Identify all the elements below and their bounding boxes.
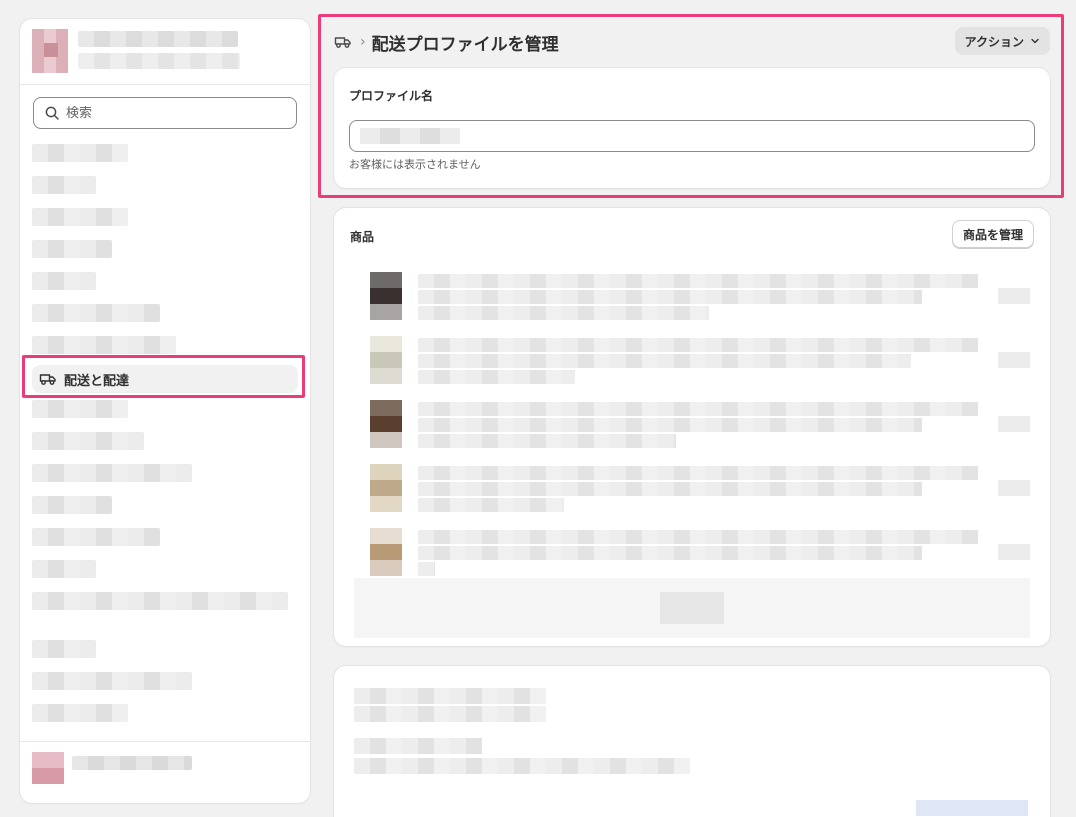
nav-item[interactable] (32, 336, 176, 354)
pagination-control[interactable] (660, 592, 724, 624)
product-meta (998, 544, 1030, 560)
nav-item[interactable] (32, 144, 128, 162)
sidebar-item-label: 配送と配達 (64, 373, 130, 389)
card-text (354, 758, 690, 774)
nav-item[interactable] (32, 640, 96, 658)
nav-item[interactable] (32, 704, 128, 722)
product-thumbnail (370, 528, 402, 576)
profile-name-card: プロファイル名 お客様には表示されません (334, 68, 1050, 188)
nav-item[interactable] (32, 672, 192, 690)
product-text (418, 402, 978, 450)
pagination (354, 578, 1030, 638)
product-meta (998, 416, 1030, 432)
product-row[interactable] (354, 400, 1030, 448)
truck-icon (38, 369, 58, 389)
product-thumbnail (370, 464, 402, 512)
user-name (72, 756, 192, 770)
nav-item[interactable] (32, 176, 96, 194)
product-row[interactable] (354, 272, 1030, 320)
nav-item[interactable] (32, 496, 112, 514)
manage-products-button[interactable]: 商品を管理 (951, 220, 1034, 248)
product-text (418, 530, 978, 578)
nav-item[interactable] (32, 400, 128, 418)
chevron-down-icon (1031, 38, 1039, 44)
products-card: 商品 商品を管理 (334, 208, 1050, 646)
product-text (418, 338, 978, 386)
product-row[interactable] (354, 464, 1030, 512)
sidebar-item-shipping[interactable]: 配送と配達 (32, 365, 298, 393)
shipping-zones-card (334, 666, 1050, 817)
product-row[interactable] (354, 336, 1030, 384)
nav-item[interactable] (32, 464, 192, 482)
nav-item[interactable] (32, 560, 96, 578)
sidebar-footer[interactable] (20, 741, 310, 803)
profile-name-help: お客様には表示されません (349, 158, 481, 171)
product-text (418, 274, 978, 322)
search-icon (44, 105, 60, 121)
avatar (32, 752, 64, 784)
profile-name-input[interactable] (349, 120, 1035, 152)
search-input[interactable] (66, 105, 266, 121)
nav-item[interactable] (32, 208, 128, 226)
nav-item[interactable] (32, 592, 288, 610)
truck-icon[interactable] (334, 32, 354, 52)
search-field[interactable] (33, 97, 297, 129)
page-title: 配送プロファイルを管理 (371, 34, 559, 55)
page-header: › 配送プロファイルを管理 アクション (334, 26, 1050, 58)
product-thumbnail (370, 400, 402, 448)
products-title: 商品 (350, 230, 375, 244)
actions-button[interactable]: アクション (954, 27, 1050, 55)
store-subtitle (78, 53, 240, 69)
nav-item[interactable] (32, 432, 144, 450)
product-meta (998, 480, 1030, 496)
nav-item[interactable] (32, 272, 96, 290)
nav-item[interactable] (32, 528, 160, 546)
card-subheading (354, 706, 546, 722)
product-meta (998, 288, 1030, 304)
sidebar: 配送と配達 (20, 19, 310, 803)
store-header[interactable] (20, 19, 310, 85)
store-name (78, 31, 238, 47)
card-link[interactable] (916, 800, 1028, 816)
card-heading (354, 688, 546, 704)
product-thumbnail (370, 336, 402, 384)
profile-name-value (360, 128, 460, 144)
product-meta (998, 352, 1030, 368)
product-row[interactable] (354, 528, 1030, 576)
chevron-right-icon: › (360, 34, 366, 50)
card-text (354, 738, 482, 754)
nav-item[interactable] (32, 240, 112, 258)
product-text (418, 466, 978, 514)
product-thumbnail (370, 272, 402, 320)
store-logo (32, 29, 68, 73)
profile-name-label: プロファイル名 (349, 89, 434, 103)
nav-item[interactable] (32, 304, 160, 322)
actions-label: アクション (964, 34, 1024, 49)
